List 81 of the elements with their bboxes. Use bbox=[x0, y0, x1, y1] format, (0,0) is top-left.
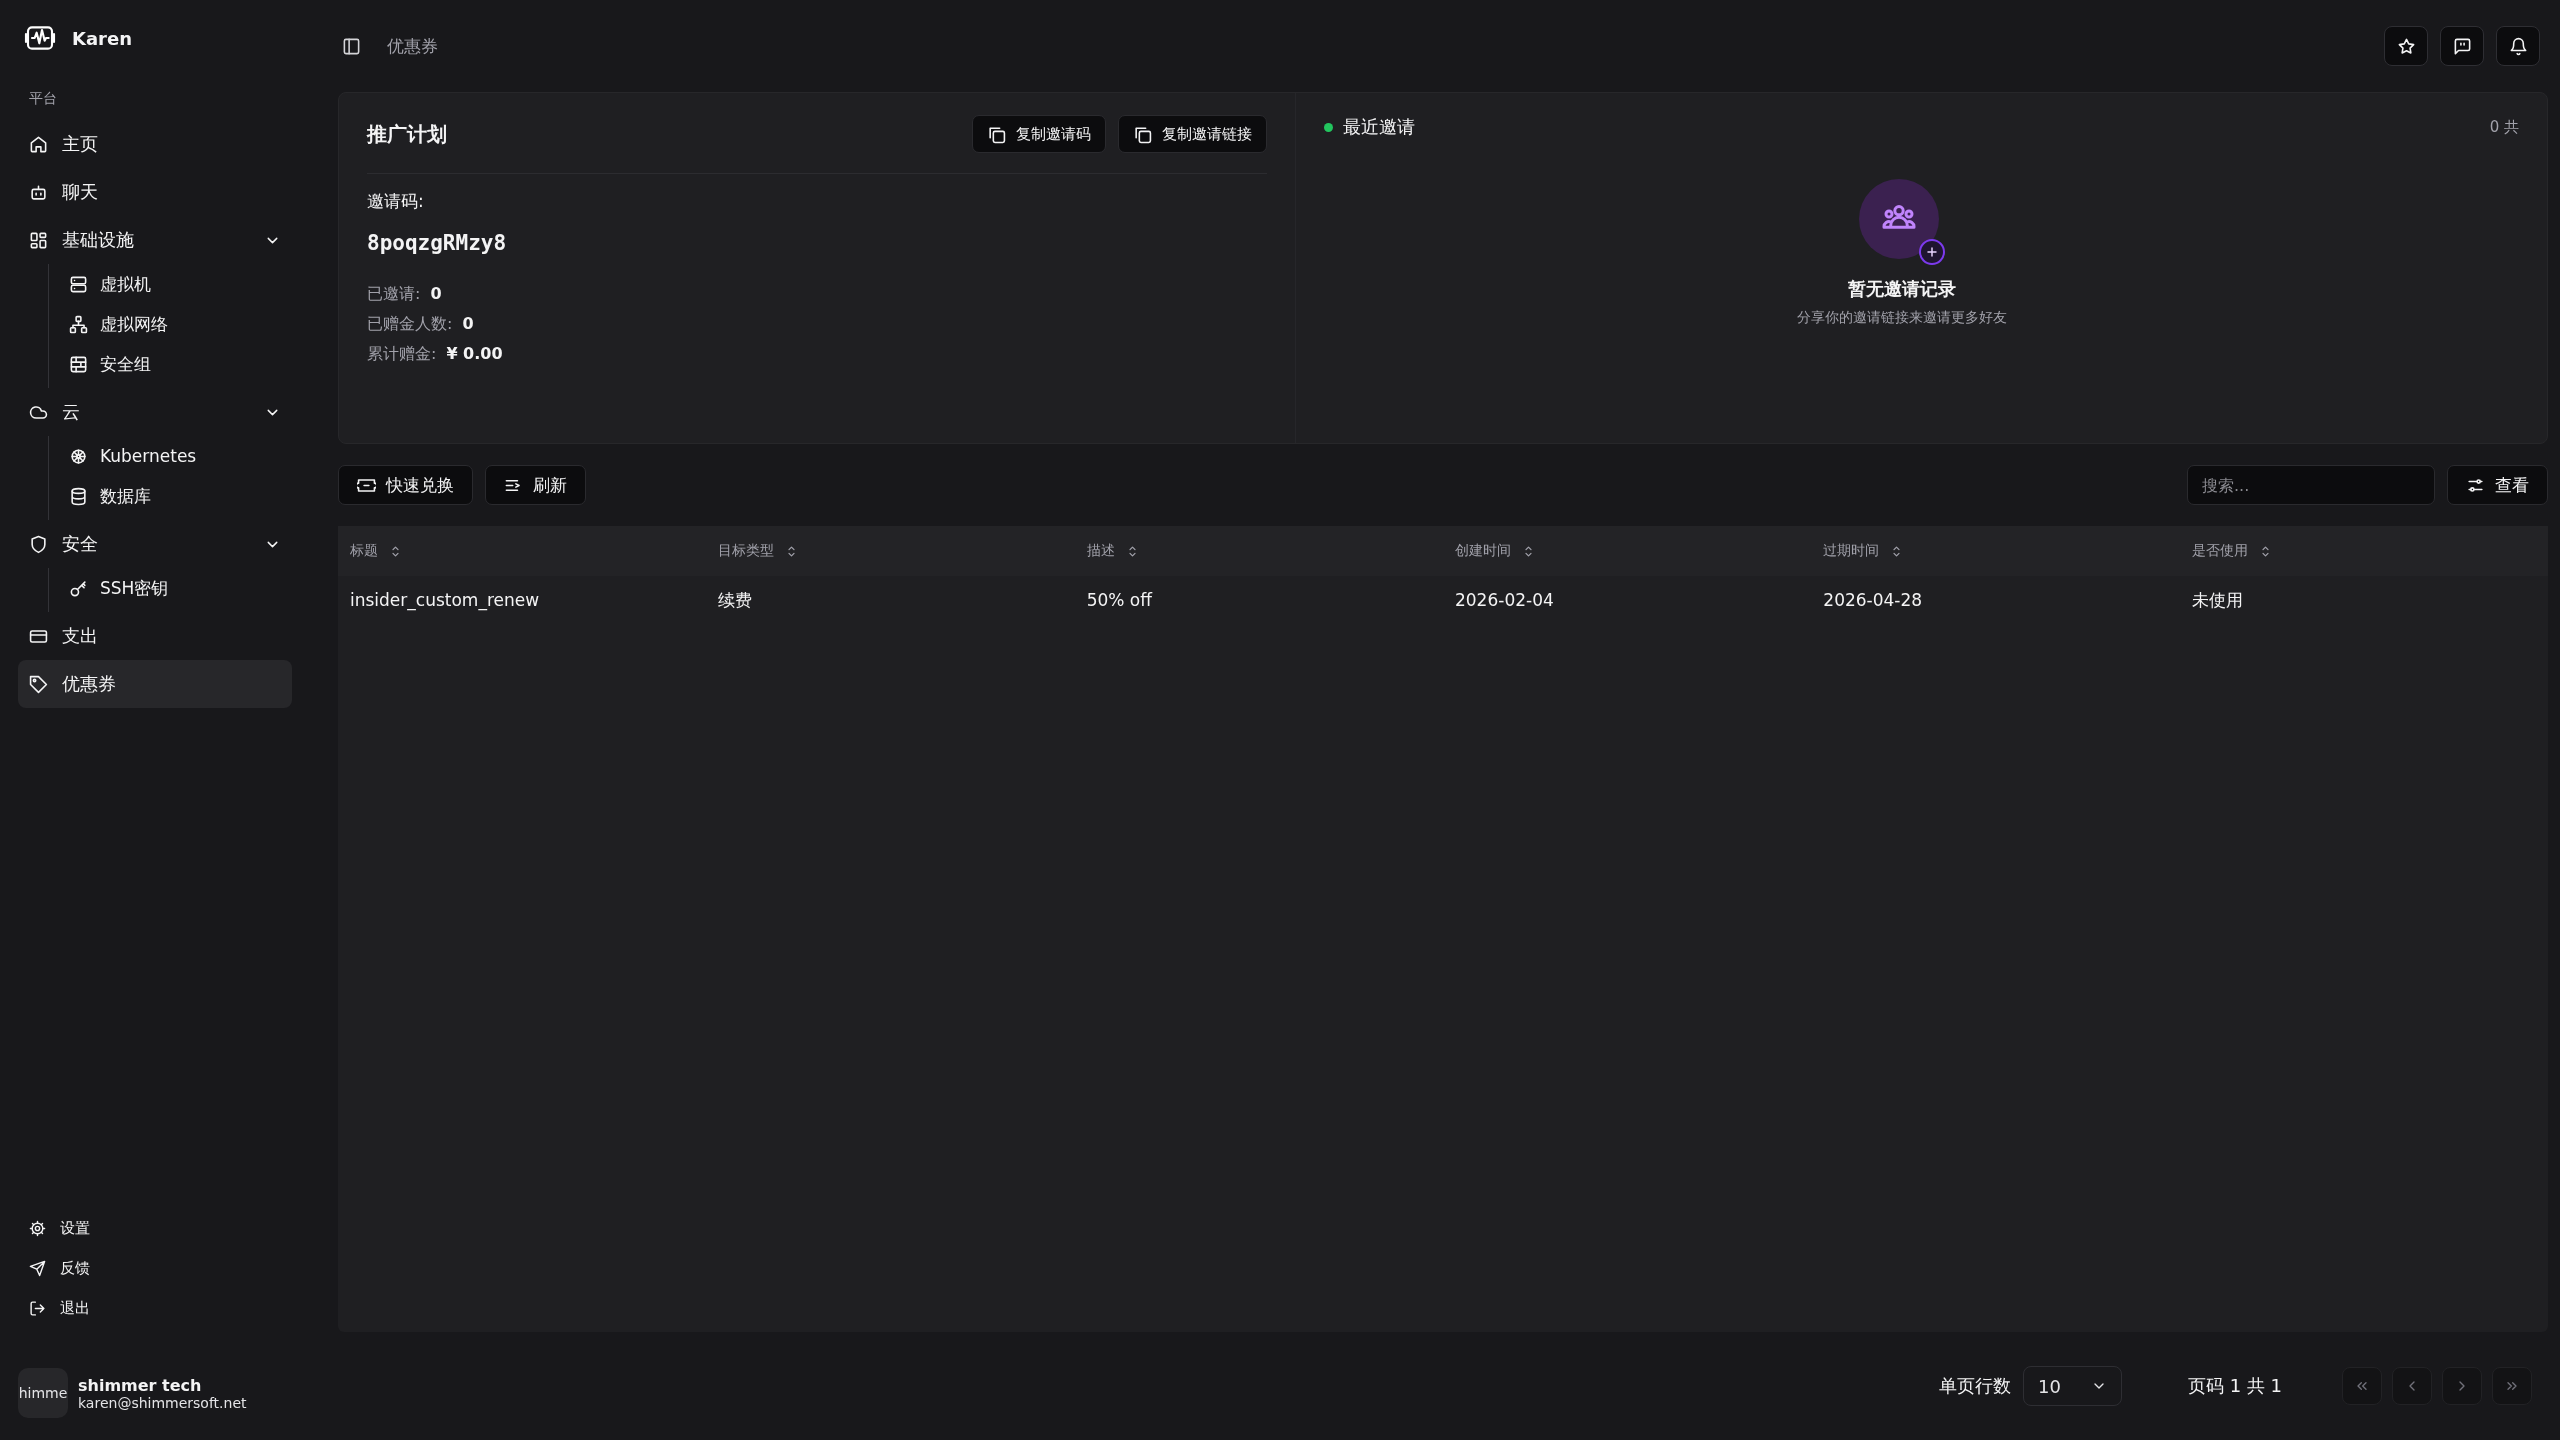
toolbar-button[interactable]: 刷新 bbox=[485, 465, 586, 505]
column-header[interactable]: 目标类型 bbox=[718, 542, 800, 560]
search-field[interactable]: 搜索... bbox=[2187, 465, 2435, 505]
count-label: 0 共 bbox=[2489, 117, 2519, 137]
stat-value: 0 bbox=[462, 313, 474, 335]
breadcrumb: 优惠券 bbox=[387, 34, 438, 58]
field-label: 邀请码: bbox=[367, 190, 425, 213]
users-plus-icon bbox=[1858, 179, 1945, 265]
key-icon bbox=[69, 578, 88, 598]
nav-item[interactable]: 主页 bbox=[18, 120, 292, 168]
nav-item[interactable]: 虚拟机 bbox=[49, 264, 292, 304]
brick-wall-icon bbox=[69, 354, 88, 374]
copy-icon bbox=[987, 124, 1006, 144]
table-cell: 2026-04-28 bbox=[1823, 590, 1923, 610]
nav-item[interactable]: 安全组 bbox=[49, 344, 292, 384]
network-icon bbox=[69, 314, 88, 334]
page-indicator: 页码 1 共 1 bbox=[2187, 1374, 2282, 1398]
status-dot-icon bbox=[1324, 122, 1333, 132]
user-name: shimmer tech bbox=[78, 1375, 203, 1395]
nav-item[interactable]: 虚拟网络 bbox=[49, 304, 292, 344]
column-header[interactable]: 是否使用 bbox=[2191, 542, 2273, 560]
brand-name: Karen bbox=[72, 27, 132, 49]
nav-item[interactable]: 安全 bbox=[18, 520, 292, 568]
nav-item[interactable]: 聊天 bbox=[18, 168, 292, 216]
section-title: 最近邀请 bbox=[1343, 115, 1415, 139]
nav-item[interactable]: 数据库 bbox=[49, 476, 292, 516]
nav-item[interactable]: 优惠券 bbox=[18, 660, 292, 708]
rows-per-page-label: 单页行数 bbox=[1939, 1374, 2011, 1398]
table-cell: 2026-02-04 bbox=[1455, 590, 1554, 610]
copy-button[interactable]: 复制邀请链接 bbox=[1118, 115, 1267, 153]
home-icon bbox=[29, 134, 48, 154]
user-email: karen@shimmersoft.net bbox=[78, 1394, 247, 1411]
grid-icon bbox=[29, 230, 48, 250]
empty-state-hint: 分享你的邀请链接来邀请更多好友 bbox=[1796, 309, 2007, 327]
stat-value: 0 bbox=[430, 283, 442, 305]
column-header[interactable]: 过期时间 bbox=[1823, 542, 1905, 560]
toolbar-button[interactable]: 快速兑换 bbox=[338, 465, 473, 505]
stat-label: 累计赠金: bbox=[367, 343, 437, 365]
helm-wheel-icon bbox=[69, 446, 88, 466]
invite-code: 8poqzgRMzy8 bbox=[367, 231, 508, 255]
nav-item[interactable]: 云 bbox=[18, 388, 292, 436]
table-cell: 未使用 bbox=[2191, 589, 2243, 610]
table-cell: 50% off bbox=[1086, 590, 1152, 610]
robot-icon bbox=[29, 182, 48, 202]
message-button[interactable] bbox=[2440, 26, 2484, 66]
card-title: 推广计划 bbox=[367, 120, 447, 148]
sidebar-panel-icon bbox=[342, 36, 361, 56]
column-header[interactable]: 描述 bbox=[1086, 542, 1140, 560]
nav-item[interactable]: 基础设施 bbox=[18, 216, 292, 264]
server-icon bbox=[69, 274, 88, 294]
message-icon bbox=[2452, 36, 2472, 56]
bell-icon bbox=[2508, 36, 2528, 56]
stat-value: ¥ 0.00 bbox=[446, 343, 503, 365]
tag-icon bbox=[29, 674, 48, 694]
nav-item[interactable]: SSH密钥 bbox=[49, 568, 292, 608]
empty-state-title: 暂无邀请记录 bbox=[1847, 277, 1956, 301]
nav-item[interactable]: Kubernetes bbox=[49, 436, 292, 476]
favorite-button[interactable] bbox=[2384, 26, 2428, 66]
paper-plane-icon bbox=[29, 1259, 46, 1277]
copy-button[interactable]: 复制邀请码 bbox=[972, 115, 1106, 153]
table-cell: insider_custom_renew bbox=[350, 590, 540, 610]
footer-nav-item[interactable]: 设置 bbox=[18, 1208, 292, 1248]
stat-label: 已邀请: bbox=[367, 283, 421, 305]
shield-icon bbox=[29, 534, 48, 554]
avatar[interactable]: himme bbox=[18, 1368, 68, 1418]
table-cell: 续费 bbox=[718, 589, 753, 610]
stat-label: 已赠金人数: bbox=[367, 313, 453, 335]
logout-icon bbox=[29, 1299, 46, 1317]
footer-nav-item[interactable]: 反馈 bbox=[18, 1248, 292, 1288]
column-header[interactable]: 标题 bbox=[350, 542, 403, 560]
section-label: 平台 bbox=[28, 90, 58, 108]
rows-per-page-select[interactable]: 10 bbox=[2023, 1366, 2122, 1406]
nav-item[interactable]: 支出 bbox=[18, 612, 292, 660]
footer-nav-item[interactable]: 退出 bbox=[18, 1288, 292, 1328]
copy-icon bbox=[1133, 124, 1152, 144]
view-button[interactable]: 查看 bbox=[2447, 465, 2548, 505]
column-header[interactable]: 创建时间 bbox=[1455, 542, 1536, 560]
star-icon bbox=[2396, 36, 2416, 56]
notification-button[interactable] bbox=[2496, 26, 2540, 66]
database-icon bbox=[69, 486, 88, 506]
settings-icon bbox=[29, 1219, 46, 1237]
